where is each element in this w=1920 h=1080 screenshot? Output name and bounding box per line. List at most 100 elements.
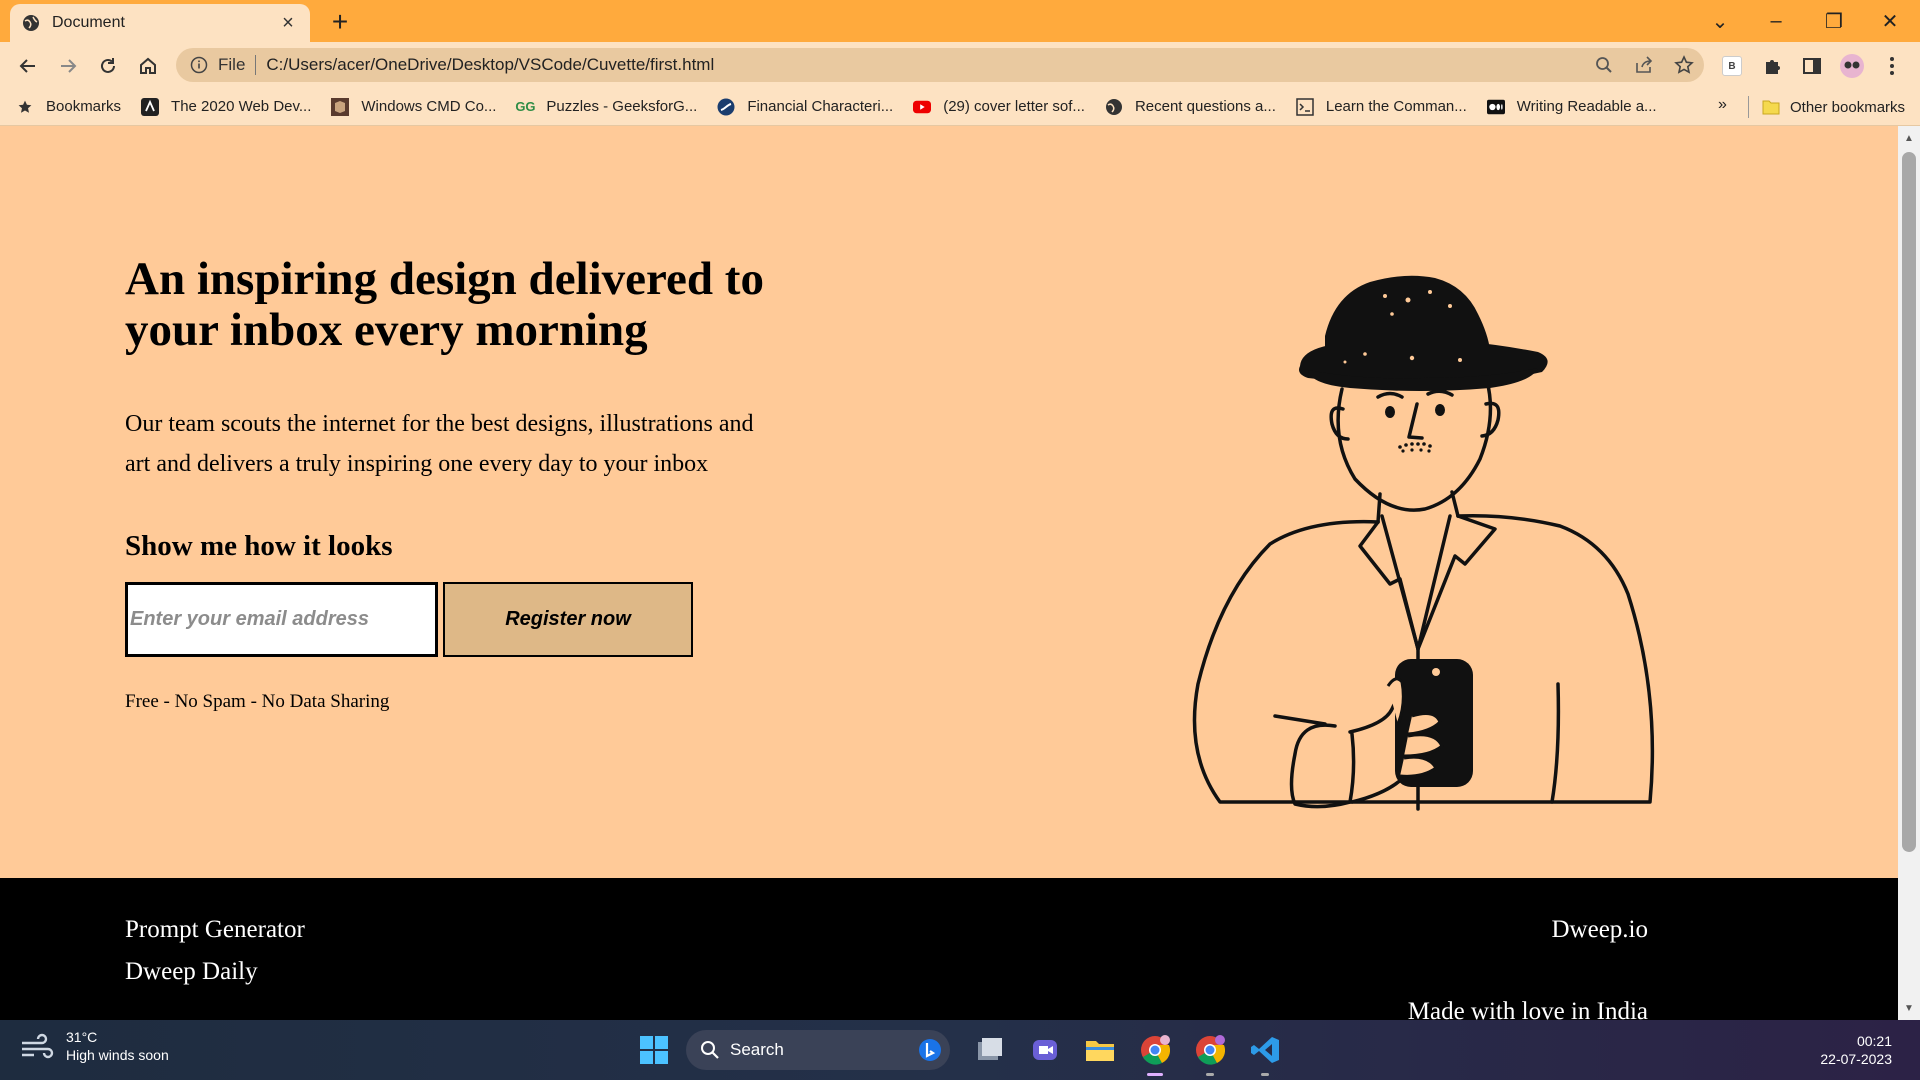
medium-icon — [1486, 98, 1505, 116]
footer-tagline: Made with love in India — [1407, 998, 1648, 1020]
cube-icon — [331, 97, 350, 116]
file-explorer-icon[interactable] — [1080, 1030, 1120, 1070]
lead-paragraph: Our team scouts the internet for the bes… — [125, 411, 754, 477]
extension-badge: B — [1722, 56, 1742, 76]
back-icon[interactable] — [12, 50, 44, 82]
scrollbar-thumb[interactable] — [1902, 152, 1916, 852]
page-viewport: An inspiring design delivered to your in… — [0, 126, 1920, 1020]
address-bar[interactable]: File C:/Users/acer/OneDrive/Desktop/VSCo… — [176, 48, 1704, 82]
bookmark-label: (29) cover letter sof... — [943, 98, 1085, 115]
menu-kebab-icon[interactable] — [1876, 50, 1908, 82]
reload-icon[interactable] — [92, 50, 124, 82]
swirl-icon — [717, 98, 735, 116]
bookmark-label: Writing Readable a... — [1516, 98, 1657, 115]
active-indicator — [1147, 1073, 1163, 1076]
bookmark-label: The 2020 Web Dev... — [171, 98, 312, 115]
udemy-icon — [141, 97, 160, 116]
task-view-icon[interactable] — [970, 1030, 1010, 1070]
globe-icon — [22, 14, 40, 32]
windows-start-icon[interactable] — [634, 1030, 674, 1070]
vscode-icon[interactable] — [1245, 1030, 1285, 1076]
bookmarks-bar: Bookmarks The 2020 Web Dev... Windows CM… — [0, 88, 1920, 126]
bookmark-item[interactable]: Financial Characteri... — [717, 98, 893, 116]
man-with-hat-illustration — [1192, 275, 1655, 811]
chrome-active-icon[interactable] — [1135, 1030, 1175, 1076]
divider — [255, 55, 257, 75]
bookmarks-overflow-button[interactable]: » — [1718, 96, 1727, 114]
other-bookmarks-folder[interactable]: Other bookmarks — [1762, 88, 1905, 126]
other-bookmarks-label: Other bookmarks — [1790, 98, 1906, 116]
footer-link-prompt-generator[interactable]: Prompt Generator — [125, 916, 305, 944]
signup-subheading: Show me how it looks — [125, 530, 393, 562]
bookmark-item[interactable]: Windows CMD Co... — [331, 97, 497, 116]
bookmark-item[interactable]: (29) cover letter sof... — [913, 98, 1085, 116]
profile-avatar-icon[interactable] — [1836, 50, 1868, 82]
weather-text: High winds soon — [66, 1047, 169, 1063]
bookmark-label: Bookmarks — [46, 98, 122, 115]
close-tab-icon[interactable]: × — [278, 12, 298, 35]
browser-toolbar: File C:/Users/acer/OneDrive/Desktop/VSCo… — [0, 42, 1920, 88]
system-clock[interactable]: 00:21 22-07-2023 — [1820, 1032, 1892, 1068]
scroll-down-arrow-icon[interactable]: ▼ — [1898, 998, 1920, 1018]
info-icon[interactable] — [190, 56, 208, 74]
close-window-button[interactable]: ✕ — [1862, 0, 1918, 42]
zoom-icon[interactable] — [1584, 48, 1624, 82]
page-headline: An inspiring design delivered to your in… — [125, 253, 764, 356]
home-icon[interactable] — [132, 50, 164, 82]
teams-chat-icon[interactable] — [1025, 1030, 1065, 1070]
minimize-button[interactable]: – — [1748, 0, 1804, 42]
extensions-puzzle-icon[interactable] — [1756, 50, 1788, 82]
site-footer: Prompt Generator Dweep Daily Dweep.io Ma… — [0, 878, 1898, 1020]
register-button[interactable]: Register now — [443, 582, 693, 657]
wind-icon — [20, 1031, 54, 1061]
temperature: 31°C — [66, 1029, 98, 1045]
tab-document[interactable]: Document × — [10, 4, 310, 42]
clock-date: 22-07-2023 — [1820, 1051, 1892, 1067]
bookmark-item[interactable]: Bookmarks — [16, 98, 121, 116]
bookmark-item[interactable]: The 2020 Web Dev... — [141, 97, 312, 116]
footer-brand[interactable]: Dweep.io — [1552, 916, 1649, 944]
page-scrollbar[interactable]: ▲ ▼ — [1898, 126, 1920, 1020]
divider — [1748, 96, 1749, 118]
bookmark-label: Puzzles - GeeksforG... — [546, 98, 698, 115]
terminal-icon — [1296, 97, 1314, 116]
side-panel-icon[interactable] — [1796, 50, 1828, 82]
hero-section: An inspiring design delivered to your in… — [0, 126, 1898, 878]
bookmark-star-icon[interactable] — [1664, 48, 1704, 82]
bookmark-label: Financial Characteri... — [747, 98, 894, 115]
taskbar-search[interactable]: Search — [686, 1030, 950, 1070]
tab-title: Document — [52, 14, 125, 31]
tab-search-icon[interactable]: ⌄ — [1692, 0, 1748, 42]
bookmark-item[interactable]: GG Puzzles - GeeksforG... — [515, 98, 698, 116]
youtube-icon — [913, 98, 932, 116]
weather-widget[interactable]: 31°C High winds soon — [20, 1028, 169, 1064]
url-scheme-label: File — [218, 55, 246, 74]
search-icon — [700, 1040, 720, 1060]
bing-icon — [918, 1038, 942, 1062]
geeksforgeeks-icon: GG — [515, 99, 536, 114]
clock-time: 00:21 — [1856, 1033, 1892, 1049]
new-tab-button[interactable]: + — [325, 6, 355, 38]
bookmark-item[interactable]: Learn the Comman... — [1296, 97, 1467, 116]
bookmark-label: Windows CMD Co... — [361, 98, 497, 115]
scroll-up-arrow-icon[interactable]: ▲ — [1898, 128, 1920, 148]
running-indicator — [1261, 1073, 1269, 1076]
extension-b-icon[interactable]: B — [1716, 50, 1748, 82]
running-indicator — [1206, 1073, 1214, 1076]
windows-taskbar: 31°C High winds soon Search 00:21 22-07-… — [0, 1020, 1920, 1080]
bookmark-label: Recent questions a... — [1134, 98, 1276, 115]
url-text[interactable]: C:/Users/acer/OneDrive/Desktop/VSCode/Cu… — [266, 55, 1584, 75]
privacy-note: Free - No Spam - No Data Sharing — [125, 691, 390, 712]
bookmark-item[interactable]: Recent questions a... — [1105, 98, 1276, 116]
folder-icon — [1762, 99, 1780, 115]
share-icon[interactable] — [1624, 48, 1664, 82]
restore-button[interactable]: ❐ — [1806, 0, 1862, 42]
chrome-profile-icon[interactable] — [1190, 1030, 1230, 1076]
globe-icon — [1105, 98, 1123, 116]
forward-icon[interactable] — [52, 50, 84, 82]
email-input[interactable] — [125, 582, 438, 657]
bookmark-label: Learn the Comman... — [1325, 98, 1467, 115]
star-icon — [16, 98, 34, 116]
footer-link-dweep-daily[interactable]: Dweep Daily — [125, 958, 258, 986]
bookmark-item[interactable]: Writing Readable a... — [1486, 98, 1657, 116]
